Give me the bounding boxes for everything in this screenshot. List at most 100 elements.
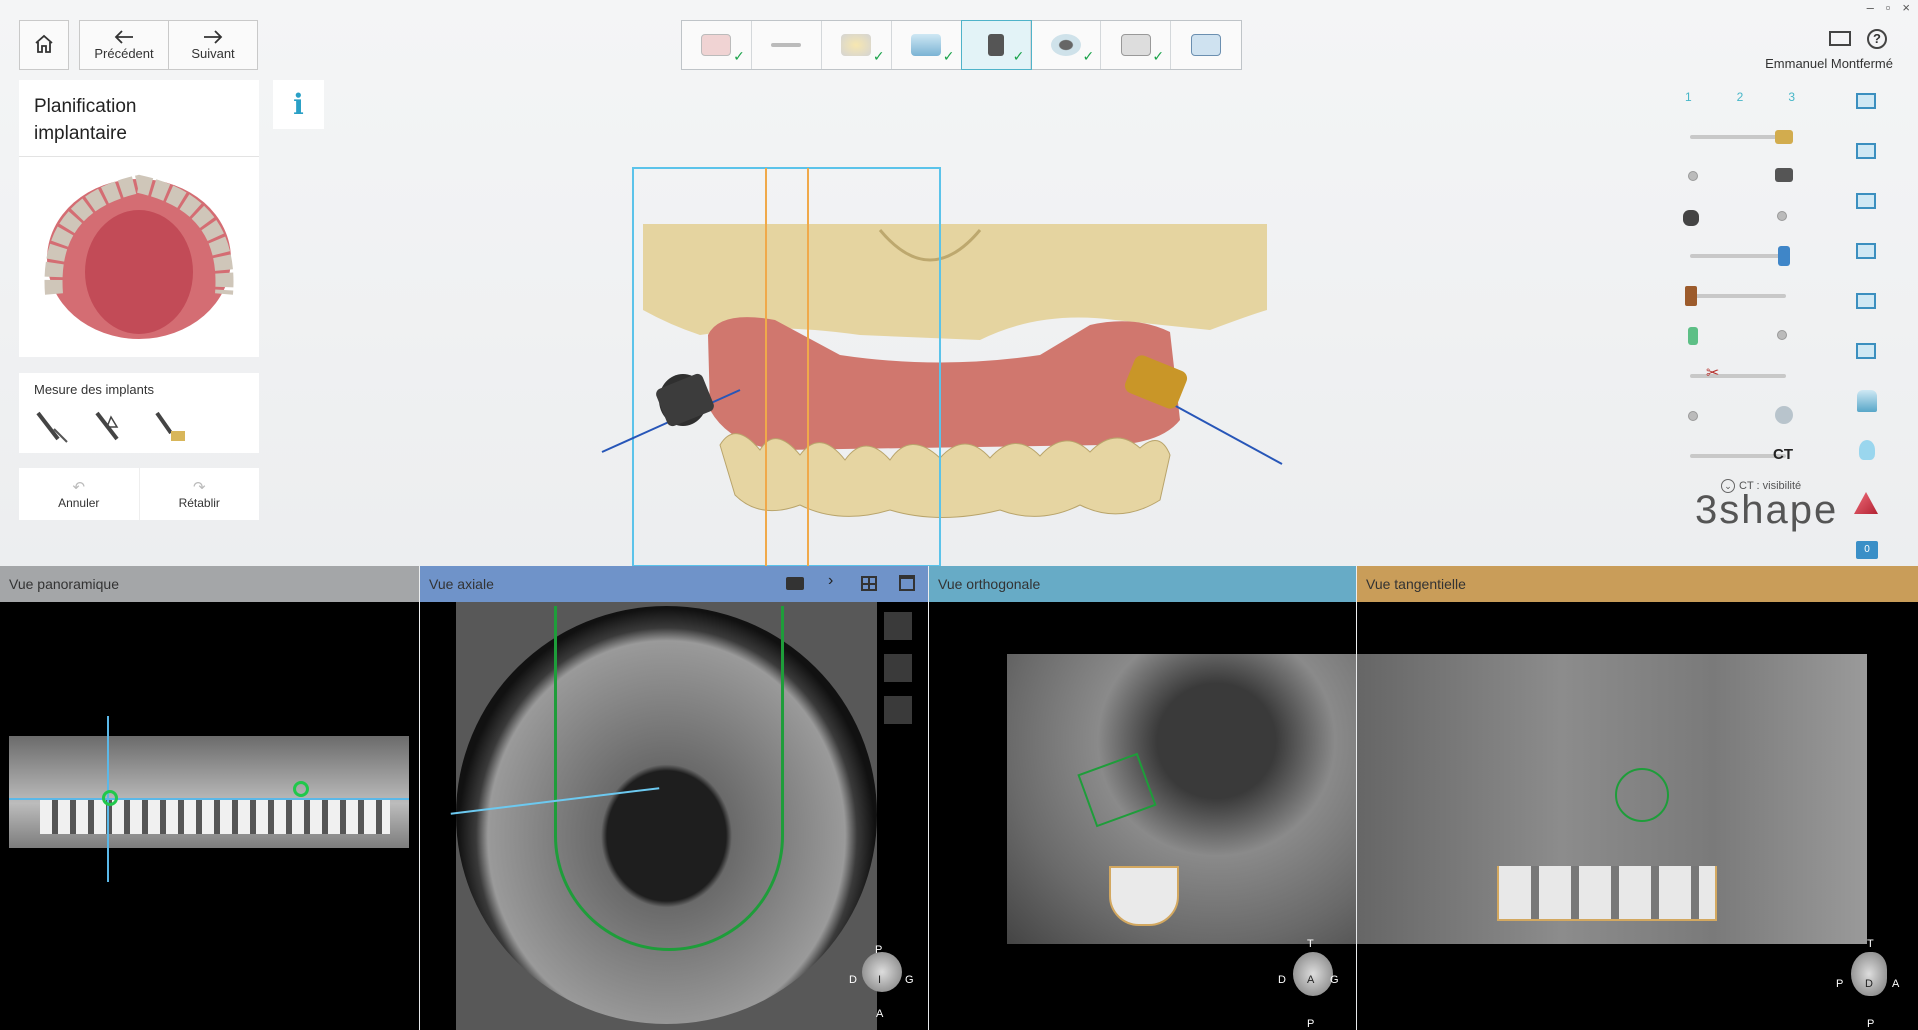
axial-view[interactable]: Vue axiale › P D I G A	[420, 566, 928, 1030]
implant-outline	[1615, 768, 1669, 822]
layout-grid-icon[interactable]	[861, 576, 877, 591]
visibility-slider-cut[interactable]	[1690, 374, 1786, 378]
panel-header: Vue panoramique	[0, 566, 419, 602]
orient-right: A	[1892, 978, 1900, 990]
scan-view-icon[interactable]	[1857, 390, 1877, 412]
comment-badge[interactable]: 0	[1856, 541, 1878, 559]
measure-angle-tool[interactable]	[93, 409, 129, 445]
panoramic-view[interactable]: Vue panoramique	[0, 566, 419, 1030]
arrow-right-icon	[204, 29, 223, 44]
column-2: 2	[1736, 90, 1744, 104]
sleeve-icon	[1775, 168, 1793, 182]
tool-ruler-icon[interactable]	[884, 696, 912, 724]
redo-button[interactable]: ↷ Rétablir	[140, 468, 260, 520]
info-button[interactable]: i	[273, 80, 324, 129]
guide-icon	[1120, 34, 1151, 56]
orthogonal-view[interactable]: Vue orthogonale T D A G P	[929, 566, 1356, 1030]
orient-top: P	[875, 944, 883, 956]
section-icon[interactable]	[1854, 492, 1878, 514]
home-icon	[35, 34, 53, 53]
panel-header: Vue tangentielle	[1357, 566, 1918, 602]
view-right-icon[interactable]	[1856, 243, 1876, 259]
column-1: 1	[1685, 90, 1692, 104]
orient-center: A	[1307, 974, 1315, 986]
orient-left: P	[1836, 978, 1844, 990]
implant-planning-icon	[987, 34, 1004, 56]
implant-green-icon	[1688, 327, 1698, 345]
visibility-slider-ct[interactable]	[1690, 454, 1786, 458]
view-top-icon[interactable]	[1856, 293, 1876, 309]
ortho-slice	[1007, 654, 1356, 944]
orient-left: D	[849, 974, 857, 986]
workflow-step-view[interactable]: ✓	[1031, 21, 1102, 69]
next-label: Suivant	[191, 45, 235, 61]
tool-implant-icon[interactable]	[884, 654, 912, 682]
implant-sleeve-left[interactable]	[654, 372, 715, 428]
orient-bottom: A	[876, 1008, 884, 1020]
workflow-step-implant-planning[interactable]: ✓	[960, 20, 1033, 70]
redo-label: Rétablir	[178, 496, 220, 510]
help-icon[interactable]: ?	[1867, 29, 1887, 49]
panel-title: Vue tangentielle	[1366, 576, 1466, 592]
visibility-slider-abutment[interactable]	[1690, 135, 1786, 139]
orient-bottom: P	[1307, 1018, 1315, 1030]
measure-abutment-tool[interactable]	[153, 409, 189, 445]
chevron-right-icon[interactable]: ›	[828, 572, 833, 590]
workflow-step-guide[interactable]: ✓	[1101, 21, 1172, 69]
scissors-icon: ✂	[1706, 365, 1720, 382]
orient-center: I	[878, 974, 882, 986]
next-button[interactable]: Suivant	[168, 20, 258, 70]
panel-title: Vue panoramique	[9, 576, 120, 592]
camera-icon[interactable]	[786, 577, 804, 590]
brand-logo: 3shape	[1695, 488, 1839, 532]
implant-distance-icon	[36, 411, 68, 443]
workflow-step-instrument[interactable]	[752, 21, 822, 69]
visibility-slider-drill[interactable]	[1690, 294, 1786, 298]
view-left-icon[interactable]	[1856, 193, 1876, 209]
visibility-slider-implant[interactable]	[1690, 254, 1786, 258]
orient-bottom: P	[1867, 1018, 1875, 1030]
workflow-step-alignment[interactable]: ✓	[892, 21, 962, 69]
prev-button[interactable]: Précédent	[79, 20, 169, 70]
panel-header: Vue orthogonale	[929, 566, 1356, 602]
orient-left: D	[1278, 974, 1286, 986]
visibility-radio-gum[interactable]	[1688, 411, 1698, 421]
3d-viewport[interactable]	[560, 160, 1320, 566]
alignment-icon	[911, 34, 942, 56]
tool-scan-icon[interactable]	[884, 612, 912, 640]
tangential-view[interactable]: Vue tangentielle T P D A P	[1357, 566, 1918, 1030]
drill-icon	[1685, 286, 1697, 306]
workflow-step-prescription[interactable]: ✓	[682, 21, 752, 69]
lightbulb-icon[interactable]	[1859, 440, 1875, 460]
panel-title: Vue axiale	[429, 576, 494, 592]
implant-icon	[1778, 246, 1790, 266]
minimize-button[interactable]: –	[1867, 0, 1874, 15]
view-back-icon[interactable]	[1856, 143, 1876, 159]
implant-marker-left	[102, 790, 118, 806]
view-front-icon[interactable]	[1856, 93, 1876, 109]
visibility-radio-sleeve[interactable]	[1688, 171, 1698, 181]
maximize-button[interactable]: ▫	[1886, 0, 1891, 15]
undo-button[interactable]: ↶ Annuler	[19, 468, 140, 520]
undo-icon: ↶	[72, 479, 86, 496]
home-button[interactable]	[19, 20, 69, 70]
jaw-thumbnail	[44, 174, 234, 339]
instrument-icon	[771, 43, 802, 47]
tooth-dark-icon	[1683, 210, 1699, 226]
user-name: Emmanuel Montfermé	[1765, 56, 1893, 71]
workflow-step-scan[interactable]: ✓	[822, 21, 892, 69]
visibility-radio-implant-green[interactable]	[1777, 330, 1787, 340]
connection-icon[interactable]	[1829, 31, 1851, 46]
workflow-step-export[interactable]	[1171, 21, 1241, 69]
workflow-bar: ✓ ✓ ✓ ✓ ✓ ✓	[681, 20, 1242, 70]
measure-distance-tool[interactable]	[34, 409, 70, 445]
orient-right: G	[905, 974, 914, 986]
implant-angle-icon	[95, 411, 119, 441]
view-bottom-icon[interactable]	[1856, 343, 1876, 359]
undo-label: Annuler	[58, 496, 100, 510]
visibility-radio-tooth[interactable]	[1777, 211, 1787, 221]
page-title: Planification implantaire	[34, 96, 137, 144]
measure-card: Mesure des implants	[19, 373, 259, 453]
maximize-panel-icon[interactable]	[899, 575, 915, 591]
close-button[interactable]: ×	[1902, 0, 1910, 15]
